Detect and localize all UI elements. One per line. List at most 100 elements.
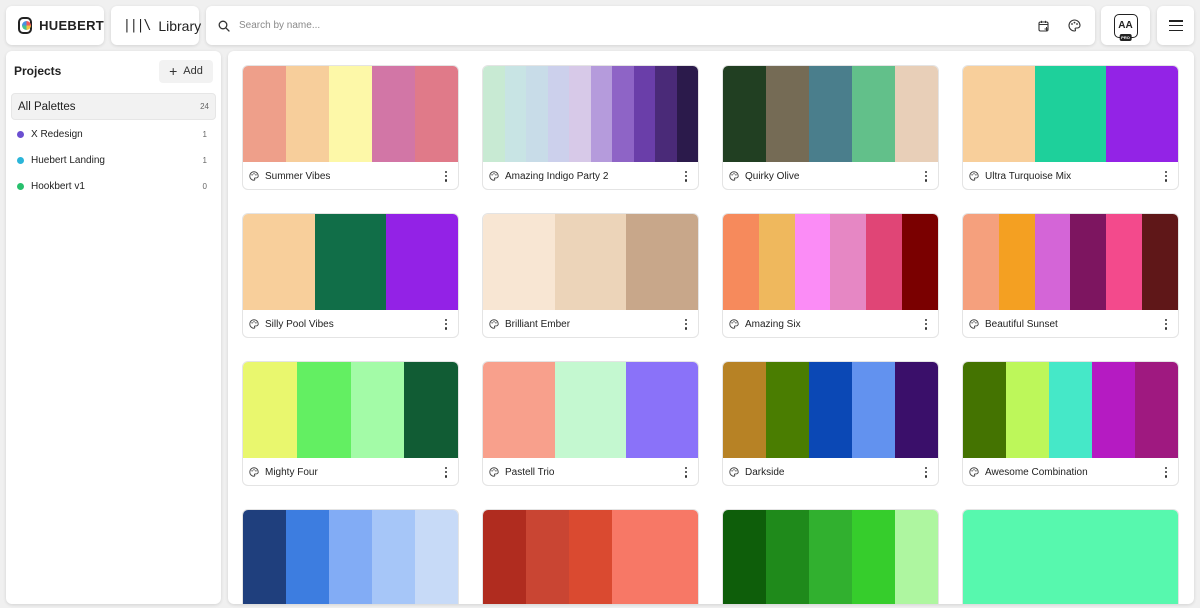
palette-swatches[interactable] <box>963 214 1178 310</box>
color-swatch[interactable] <box>569 66 591 162</box>
color-swatch[interactable] <box>1049 362 1092 458</box>
more-options-icon[interactable] <box>444 466 448 478</box>
palette-swatches[interactable] <box>483 66 698 162</box>
color-swatch[interactable] <box>286 66 329 162</box>
palette-card[interactable] <box>482 509 699 604</box>
color-swatch[interactable] <box>1070 214 1107 310</box>
color-swatch[interactable] <box>386 214 458 310</box>
color-swatch[interactable] <box>1034 66 1107 162</box>
palette-card[interactable] <box>962 509 1179 604</box>
color-swatch[interactable] <box>526 510 569 604</box>
color-swatch[interactable] <box>852 362 895 458</box>
more-options-icon[interactable] <box>924 170 928 182</box>
color-swatch[interactable] <box>243 362 297 458</box>
color-swatch[interactable] <box>963 510 1178 604</box>
palette-swatches[interactable] <box>723 214 938 310</box>
palette-swatches[interactable] <box>963 66 1178 162</box>
color-swatch[interactable] <box>504 66 526 162</box>
palette-swatches[interactable] <box>723 510 938 604</box>
color-swatch[interactable] <box>1106 66 1178 162</box>
palette-swatches[interactable] <box>723 66 938 162</box>
color-swatch[interactable] <box>554 214 627 310</box>
color-swatch[interactable] <box>1034 214 1071 310</box>
color-swatch[interactable] <box>243 510 286 604</box>
color-swatch[interactable] <box>329 510 372 604</box>
color-swatch[interactable] <box>676 66 698 162</box>
color-swatch[interactable] <box>1135 362 1178 458</box>
color-swatch[interactable] <box>830 214 867 310</box>
color-swatch[interactable] <box>723 510 766 604</box>
palette-card[interactable]: Quirky Olive <box>722 65 939 190</box>
color-swatch[interactable] <box>296 362 351 458</box>
color-swatch[interactable] <box>483 362 555 458</box>
palette-card[interactable]: Ultra Turquoise Mix <box>962 65 1179 190</box>
color-swatch[interactable] <box>404 362 458 458</box>
palette-swatches[interactable] <box>483 214 698 310</box>
color-swatch[interactable] <box>794 214 831 310</box>
color-swatch[interactable] <box>895 66 938 162</box>
color-swatch[interactable] <box>626 362 698 458</box>
palette-swatches[interactable] <box>243 66 458 162</box>
color-swatch[interactable] <box>372 66 415 162</box>
color-swatch[interactable] <box>758 214 795 310</box>
color-swatch[interactable] <box>329 66 372 162</box>
color-swatch[interactable] <box>554 362 627 458</box>
color-swatch[interactable] <box>1106 214 1143 310</box>
sidebar-item-project[interactable]: Hookbert v1 0 <box>6 173 221 199</box>
color-swatch[interactable] <box>963 66 1035 162</box>
color-swatch[interactable] <box>655 66 677 162</box>
palette-swatches[interactable] <box>963 510 1178 604</box>
color-swatch[interactable] <box>526 66 548 162</box>
color-swatch[interactable] <box>963 362 1006 458</box>
color-swatch[interactable] <box>852 66 895 162</box>
color-swatch[interactable] <box>350 362 405 458</box>
account-button[interactable]: AA PRO <box>1101 6 1150 45</box>
color-swatch[interactable] <box>612 510 655 604</box>
color-swatch[interactable] <box>1092 362 1135 458</box>
color-swatch[interactable] <box>415 510 458 604</box>
color-swatch[interactable] <box>633 66 655 162</box>
more-options-icon[interactable] <box>684 466 688 478</box>
logo-button[interactable]: HUEBERT <box>6 6 104 45</box>
color-swatch[interactable] <box>895 510 938 604</box>
palette-card[interactable]: Awesome Combination <box>962 361 1179 486</box>
color-swatch[interactable] <box>372 510 415 604</box>
sidebar-item-project[interactable]: Huebert Landing 1 <box>6 147 221 173</box>
color-swatch[interactable] <box>415 66 458 162</box>
color-swatch[interactable] <box>998 214 1035 310</box>
more-options-icon[interactable] <box>684 318 688 330</box>
palette-card[interactable]: Darkside <box>722 361 939 486</box>
more-options-icon[interactable] <box>924 318 928 330</box>
calendar-add-icon[interactable] <box>1037 19 1051 33</box>
color-swatch[interactable] <box>612 66 634 162</box>
palette-card[interactable] <box>242 509 459 604</box>
palette-swatches[interactable] <box>483 510 698 604</box>
palette-card[interactable]: Brilliant Ember <box>482 213 699 338</box>
sidebar-item-project[interactable]: X Redesign 1 <box>6 121 221 147</box>
color-swatch[interactable] <box>895 362 938 458</box>
palette-card[interactable]: Amazing Six <box>722 213 939 338</box>
color-swatch[interactable] <box>809 510 852 604</box>
color-swatch[interactable] <box>723 362 766 458</box>
palette-card[interactable]: Mighty Four <box>242 361 459 486</box>
palette-card[interactable]: Pastell Trio <box>482 361 699 486</box>
color-swatch[interactable] <box>723 66 766 162</box>
color-swatch[interactable] <box>547 66 569 162</box>
color-swatch[interactable] <box>483 66 505 162</box>
library-button[interactable]: |||\ Library <box>111 6 201 45</box>
more-options-icon[interactable] <box>444 318 448 330</box>
palette-swatches[interactable] <box>483 362 698 458</box>
color-swatch[interactable] <box>963 214 999 310</box>
color-swatch[interactable] <box>483 214 555 310</box>
palette-card[interactable]: Beautiful Sunset <box>962 213 1179 338</box>
palette-swatches[interactable] <box>243 362 458 458</box>
sidebar-item-all-palettes[interactable]: All Palettes 24 <box>11 93 216 120</box>
color-swatch[interactable] <box>902 214 938 310</box>
color-swatch[interactable] <box>1142 214 1178 310</box>
color-swatch[interactable] <box>286 510 329 604</box>
add-project-button[interactable]: + Add <box>159 59 213 83</box>
color-swatch[interactable] <box>243 66 286 162</box>
palette-swatches[interactable] <box>243 510 458 604</box>
color-swatch[interactable] <box>626 214 698 310</box>
color-swatch[interactable] <box>314 214 387 310</box>
